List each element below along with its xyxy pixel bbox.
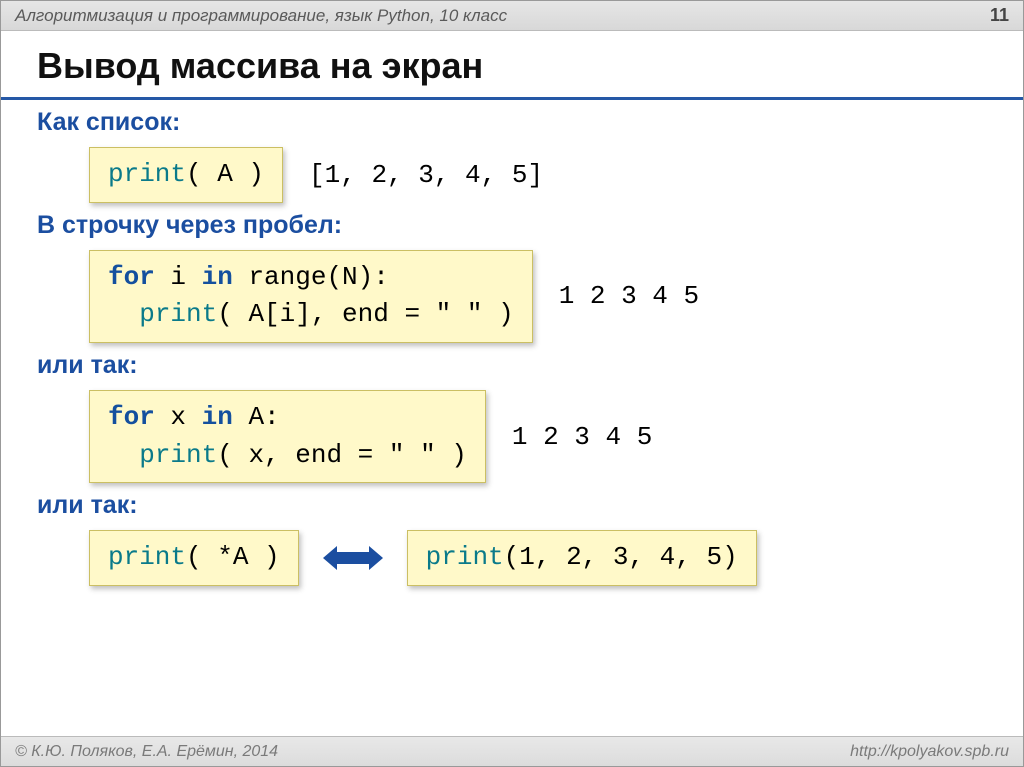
label-as-list: Как список:: [37, 108, 987, 137]
code-mid: i: [155, 262, 202, 292]
code-args: ( x, end = " " ): [217, 440, 467, 470]
code-fn: print: [139, 299, 217, 329]
label-alt2: или так:: [37, 491, 987, 520]
code-fn: print: [108, 542, 186, 572]
code-for-range: for i in range(N): print( A[i], end = " …: [89, 250, 533, 343]
code-fn: print: [139, 440, 217, 470]
kw-for: for: [108, 402, 155, 432]
header-bar: Алгоритмизация и программирование, язык …: [1, 1, 1023, 31]
indent: [108, 440, 139, 470]
footer-bar: © К.Ю. Поляков, Е.А. Ерёмин, 2014 http:/…: [1, 736, 1023, 766]
code-print-expanded: print(1, 2, 3, 4, 5): [407, 530, 757, 586]
code-for-x: for x in A: print( x, end = " " ): [89, 390, 486, 483]
kw-for: for: [108, 262, 155, 292]
slide: Алгоритмизация и программирование, язык …: [0, 0, 1024, 767]
code-args: ( *A ): [186, 542, 280, 572]
row-alt2: print( *A ) print(1, 2, 3, 4, 5): [89, 530, 987, 586]
content-area: Как список: print( A ) [1, 2, 3, 4, 5] В…: [1, 108, 1023, 586]
row-alt1: for x in A: print( x, end = " " ) 1 2 3 …: [89, 390, 987, 483]
slide-title: Вывод массива на экран: [1, 31, 1023, 91]
footer-url: http://kpolyakov.spb.ru: [850, 743, 1009, 761]
code-rest: range(N):: [233, 262, 389, 292]
code-rest: A:: [233, 402, 280, 432]
output-inline: 1 2 3 4 5: [559, 281, 699, 311]
copyright: © К.Ю. Поляков, Е.А. Ерёмин, 2014: [15, 743, 278, 761]
code-args: ( A ): [186, 159, 264, 189]
code-args: (1, 2, 3, 4, 5): [504, 542, 738, 572]
kw-in: in: [202, 402, 233, 432]
code-fn: print: [426, 542, 504, 572]
row-as-list: print( A ) [1, 2, 3, 4, 5]: [89, 147, 987, 203]
row-inline: for i in range(N): print( A[i], end = " …: [89, 250, 987, 343]
title-rule: [1, 97, 1023, 100]
output-alt1: 1 2 3 4 5: [512, 422, 652, 452]
code-print-a: print( A ): [89, 147, 283, 203]
code-args: ( A[i], end = " " ): [217, 299, 513, 329]
indent: [108, 299, 139, 329]
course-title: Алгоритмизация и программирование, язык …: [15, 6, 507, 26]
code-print-star: print( *A ): [89, 530, 299, 586]
label-alt1: или так:: [37, 351, 987, 380]
code-fn: print: [108, 159, 186, 189]
output-as-list: [1, 2, 3, 4, 5]: [309, 160, 543, 190]
double-arrow-icon: [323, 543, 383, 573]
label-inline: В строчку через пробел:: [37, 211, 987, 240]
kw-in: in: [202, 262, 233, 292]
page-number: 11: [990, 5, 1009, 26]
code-mid: x: [155, 402, 202, 432]
